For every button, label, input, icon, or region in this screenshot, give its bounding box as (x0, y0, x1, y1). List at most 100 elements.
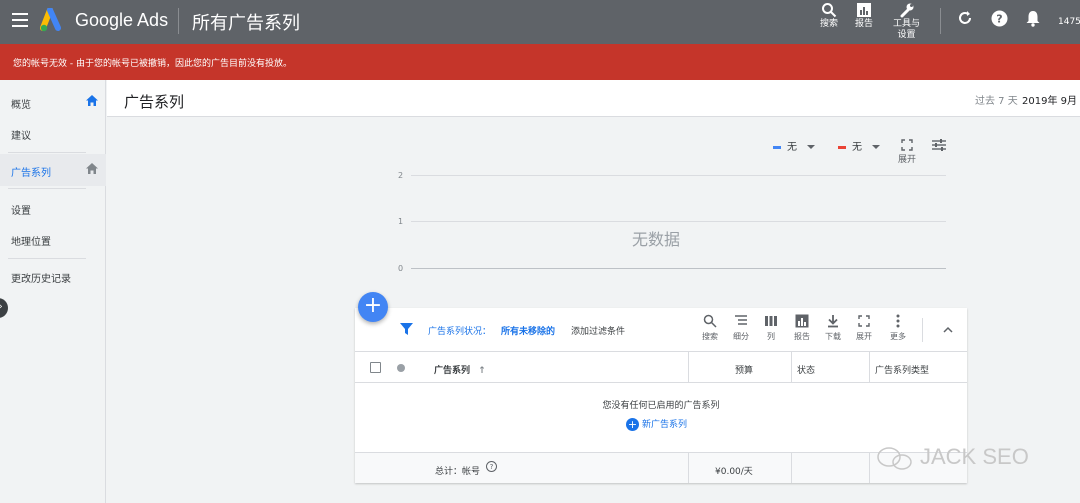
metric1-swatch (773, 145, 781, 149)
search-icon (822, 3, 837, 18)
account-alert-banner: 您的帐号无效 - 由于您的帐号已被撤销，因此您的广告目前没有投放。 (0, 44, 1080, 80)
column-divider (791, 352, 792, 383)
add-filter-button[interactable]: 添加过滤条件 (571, 324, 625, 337)
date-range-value[interactable]: 2019年 9月 1 (1022, 92, 1080, 107)
sort-arrow-icon: ↑ (478, 366, 486, 376)
tools-settings-label-2: 设置 (897, 30, 916, 40)
sidebar-divider (8, 152, 86, 153)
column-divider (869, 352, 870, 383)
sidebar-item-change-history[interactable]: 更改历史记录 (0, 260, 106, 292)
wechat-watermark-icon (877, 447, 912, 470)
page-title: 所有广告系列 (192, 13, 300, 34)
columns-button[interactable]: 列 (757, 314, 785, 342)
topbar-divider-right (940, 8, 941, 34)
column-header-type[interactable]: 广告系列类型 (875, 352, 929, 383)
table-search-button[interactable]: 搜索 (696, 314, 724, 342)
tools-settings-label-1: 工具与 (893, 19, 921, 29)
more-button[interactable]: 更多 (884, 314, 912, 342)
report-icon (857, 3, 871, 17)
filter-value[interactable]: 所有未移除的 (501, 324, 555, 337)
fullscreen-icon (901, 139, 913, 151)
download-icon (828, 315, 838, 328)
segment-label: 细分 (733, 332, 749, 341)
metric-selector-1[interactable]: 无 (773, 138, 815, 154)
column-header-status[interactable]: 状态 (797, 352, 815, 383)
reports-tool-button[interactable]: 报告 (855, 2, 873, 30)
columns-icon (765, 316, 777, 326)
top-bar: Google Ads 所有广告系列 搜索 报告 工具与 设置 ? 1475 (0, 0, 1080, 44)
add-campaign-fab[interactable]: + (358, 292, 388, 322)
chart-gridline (411, 175, 946, 176)
sidebar-item-locations[interactable]: 地理位置 (0, 223, 106, 255)
tools-settings-button[interactable]: 工具与 设置 (893, 2, 920, 41)
table-reports-button[interactable]: 报告 (788, 314, 816, 342)
refresh-icon[interactable] (957, 10, 973, 26)
report-icon (795, 314, 809, 328)
wrench-icon (900, 3, 913, 18)
search-tool-button[interactable]: 搜索 (820, 2, 838, 30)
sidebar-item-label: 建议 (11, 131, 31, 142)
watermark-text: JACK SEO (920, 444, 1029, 469)
alert-message: 您的帐号无效 - 由于您的帐号已被撤销，因此您的广告目前没有投放。 (13, 59, 292, 69)
add-circle-icon: + (626, 418, 639, 431)
metric-selector-2[interactable]: 无 (838, 138, 880, 154)
segment-button[interactable]: 细分 (727, 314, 755, 342)
help-icon[interactable]: ? (486, 461, 497, 472)
filter-icon[interactable] (400, 323, 413, 335)
fullscreen-icon (858, 315, 870, 327)
chart-expand-button[interactable]: 展开 (898, 139, 916, 166)
chart-baseline (411, 268, 946, 269)
metric2-label: 无 (852, 142, 862, 153)
home-icon (86, 95, 98, 106)
sidebar-item-overview[interactable]: 概览 (0, 86, 106, 118)
sidebar-item-label: 概览 (11, 100, 31, 111)
notification-bell-icon[interactable] (1025, 10, 1041, 27)
sidebar-item-recommendations[interactable]: 建议 (0, 117, 106, 149)
column-divider (688, 453, 689, 483)
filter-label[interactable]: 广告系列状况： (428, 324, 491, 337)
column-divider (688, 352, 689, 383)
new-campaign-label: 新广告系列 (642, 420, 688, 430)
table-expand-button[interactable]: 展开 (850, 314, 878, 342)
table-expand-label: 展开 (856, 332, 872, 341)
adjust-chart-icon[interactable] (931, 138, 947, 152)
metric2-swatch (838, 145, 846, 149)
date-range-label[interactable]: 过去 7 天 (975, 92, 1018, 107)
download-button[interactable]: 下载 (819, 314, 847, 342)
y-tick-label: 2 (398, 171, 404, 180)
more-label: 更多 (890, 332, 906, 341)
y-tick-label: 0 (398, 264, 404, 273)
brand-name: Google Ads (75, 10, 169, 30)
y-tick-label: 1 (398, 217, 404, 226)
column-header-budget[interactable]: 预算 (735, 352, 753, 383)
sidebar-item-label: 设置 (11, 206, 31, 217)
toolbar-divider (922, 318, 923, 342)
chevron-down-icon (872, 145, 880, 149)
column-header-campaign[interactable]: 广告系列 ↑ (434, 352, 486, 383)
help-icon[interactable]: ? (991, 10, 1008, 27)
total-label: 总计：帐号 (435, 467, 481, 477)
chevron-down-icon (807, 145, 815, 149)
sidebar-item-label: 广告系列 (11, 168, 51, 179)
sidebar-item-settings[interactable]: 设置 (0, 192, 106, 224)
chevron-up-icon[interactable] (943, 326, 953, 334)
menu-icon[interactable] (12, 13, 28, 27)
section-title: 广告系列 (124, 93, 185, 111)
chart-gridline (411, 221, 946, 222)
select-all-checkbox[interactable] (370, 362, 381, 373)
sidebar-item-campaigns[interactable]: 广告系列 (0, 154, 106, 186)
sidebar-divider (8, 188, 86, 189)
search-icon (703, 314, 717, 328)
sidebar-item-label: 更改历史记录 (11, 274, 71, 285)
column-divider (869, 453, 870, 483)
status-column-icon (397, 364, 405, 372)
account-id[interactable]: 1475 (1058, 17, 1080, 27)
chart-expand-label: 展开 (898, 155, 917, 165)
column-divider (791, 453, 792, 483)
google-ads-logo-icon (40, 8, 61, 32)
topbar-divider (178, 8, 179, 34)
new-campaign-link[interactable]: + 新广告系列 (626, 417, 687, 431)
table-reports-label: 报告 (794, 332, 810, 341)
home-icon (86, 163, 98, 174)
metric1-label: 无 (787, 142, 797, 153)
